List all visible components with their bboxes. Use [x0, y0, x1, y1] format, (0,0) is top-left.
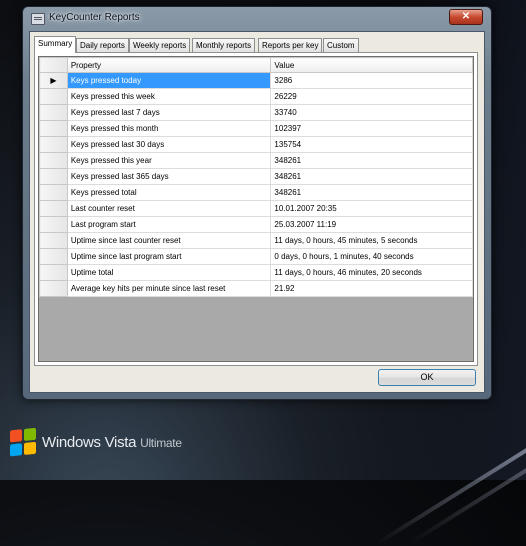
property-cell[interactable]: Keys pressed this month [66, 120, 272, 137]
row-header-cell[interactable] [39, 216, 68, 233]
close-button[interactable]: ✕ [449, 9, 483, 25]
row-header-corner [39, 57, 68, 73]
property-cell[interactable]: Last counter reset [66, 200, 272, 217]
row-header-cell[interactable] [39, 120, 68, 137]
title-bar[interactable]: KeyCounter Reports ✕ [23, 7, 491, 31]
table-row[interactable]: Uptime total 11 days, 0 hours, 46 minutes… [39, 264, 473, 281]
row-header-cell[interactable] [39, 232, 68, 249]
tab-reports-per-key[interactable]: Reports per key [258, 38, 323, 52]
property-cell[interactable]: Keys pressed last 30 days [66, 136, 272, 153]
property-cell[interactable]: Keys pressed last 365 days [66, 168, 272, 185]
row-header-cell[interactable] [39, 168, 68, 185]
summary-table: Property Value ▶ Keys pressed today 3286 Ke… [39, 57, 473, 297]
value-cell[interactable]: 102397 [270, 120, 473, 137]
table-row[interactable]: Keys pressed last 30 days 135754 [39, 136, 473, 153]
window-title: KeyCounter Reports [49, 12, 140, 23]
property-cell[interactable]: Keys pressed total [66, 184, 272, 201]
row-header-cell[interactable] [39, 280, 68, 297]
property-cell[interactable]: Keys pressed this year [66, 152, 272, 169]
keycounter-reports-window: KeyCounter Reports ✕ Summary Daily repor… [22, 6, 492, 400]
windows-flag-icon [10, 427, 38, 459]
summary-data-grid[interactable]: Property Value ▶ Keys pressed today 3286 Ke… [38, 56, 474, 362]
row-header-cell[interactable] [39, 88, 68, 105]
row-header-cell[interactable] [39, 136, 68, 153]
window-client-area: Summary Daily reports Weekly reports Mon… [29, 31, 485, 393]
value-cell[interactable]: 348261 [270, 152, 473, 169]
table-row[interactable]: Last counter reset 10.01.2007 20:35 [39, 200, 473, 217]
property-cell[interactable]: Uptime total [66, 264, 272, 281]
table-header-row: Property Value [39, 57, 473, 73]
brand-name: Windows Vista [42, 434, 137, 451]
table-row[interactable]: Uptime since last counter reset 11 days, … [39, 232, 473, 249]
property-cell[interactable]: Uptime since last counter reset [66, 232, 272, 249]
column-header-value[interactable]: Value [270, 57, 473, 73]
value-cell[interactable]: 135754 [270, 136, 473, 153]
value-cell[interactable]: 33740 [270, 104, 473, 121]
row-header-cell[interactable] [39, 152, 68, 169]
value-cell[interactable]: 26229 [270, 88, 473, 105]
flag-pane-yellow [24, 441, 36, 455]
brand-text: Windows Vista Ultimate [42, 434, 182, 451]
value-cell[interactable]: 348261 [270, 184, 473, 201]
table-row[interactable]: Keys pressed this month 102397 [39, 120, 473, 137]
row-header-cell[interactable] [39, 184, 68, 201]
table-row[interactable]: Keys pressed this week 26229 [39, 88, 473, 105]
table-row[interactable]: Keys pressed total 348261 [39, 184, 473, 201]
tab-weekly-reports[interactable]: Weekly reports [129, 38, 191, 52]
property-cell[interactable]: Uptime since last program start [66, 248, 272, 265]
table-row[interactable]: Keys pressed this year 348261 [39, 152, 473, 169]
table-row[interactable]: Keys pressed last 365 days 348261 [39, 168, 473, 185]
table-row[interactable]: Uptime since last program start 0 days, 0… [39, 248, 473, 265]
value-cell[interactable]: 10.01.2007 20:35 [270, 200, 473, 217]
value-cell[interactable]: 0 days, 0 hours, 1 minutes, 40 seconds [270, 248, 473, 265]
app-icon [31, 13, 45, 25]
tab-monthly-reports[interactable]: Monthly reports [192, 38, 256, 52]
property-cell[interactable]: Keys pressed last 7 days [66, 104, 272, 121]
summary-tab-panel: Property Value ▶ Keys pressed today 3286 Ke… [34, 52, 478, 366]
value-cell[interactable]: 25.03.2007 11:19 [270, 216, 473, 233]
property-cell[interactable]: Last program start [66, 216, 272, 233]
tab-custom[interactable]: Custom [323, 38, 359, 52]
table-row[interactable]: ▶ Keys pressed today 3286 [39, 72, 473, 89]
tab-daily-reports[interactable]: Daily reports [76, 38, 129, 52]
flag-pane-green [24, 427, 36, 441]
property-cell[interactable]: Average key hits per minute since last r… [66, 280, 272, 297]
value-cell[interactable]: 21.92 [270, 280, 473, 297]
table-row[interactable]: Average key hits per minute since last r… [39, 280, 473, 297]
tab-summary[interactable]: Summary [34, 36, 77, 53]
ok-button[interactable]: OK [378, 369, 476, 386]
row-header-cell[interactable] [39, 200, 68, 217]
property-cell[interactable]: Keys pressed this week [66, 88, 272, 105]
value-cell[interactable]: 11 days, 0 hours, 45 minutes, 5 seconds [270, 232, 473, 249]
brand-edition: Ultimate [140, 436, 182, 450]
row-header-cell[interactable] [39, 104, 68, 121]
column-header-property[interactable]: Property [66, 57, 272, 73]
row-header-cell[interactable] [39, 248, 68, 265]
property-cell[interactable]: Keys pressed today [66, 72, 272, 89]
value-cell[interactable]: 348261 [270, 168, 473, 185]
table-row[interactable]: Keys pressed last 7 days 33740 [39, 104, 473, 121]
row-header-cell[interactable] [39, 264, 68, 281]
flag-pane-red [10, 429, 22, 443]
value-cell[interactable]: 11 days, 0 hours, 46 minutes, 20 seconds [270, 264, 473, 281]
flag-pane-blue [10, 443, 22, 457]
value-cell[interactable]: 3286 [270, 72, 473, 89]
row-header-cell[interactable]: ▶ [39, 72, 68, 89]
table-row[interactable]: Last program start 25.03.2007 11:19 [39, 216, 473, 233]
